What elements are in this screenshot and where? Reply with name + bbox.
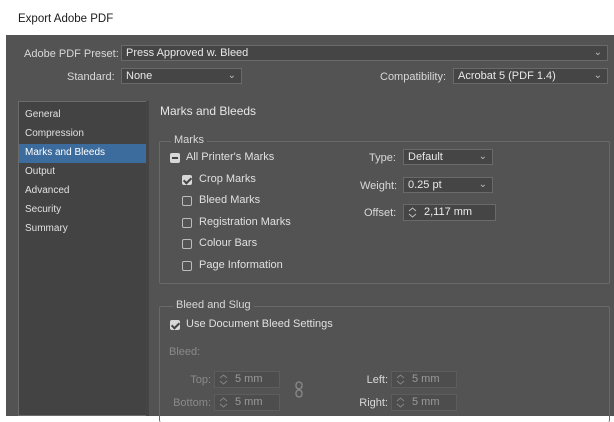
top-bleed-stepper[interactable]: 5 mm bbox=[214, 371, 280, 388]
right-bleed-stepper[interactable]: 5 mm bbox=[391, 394, 457, 411]
colour-bars-checkbox[interactable] bbox=[182, 239, 192, 249]
offset-label: Offset: bbox=[364, 207, 397, 219]
sidebar-item-summary[interactable]: Summary bbox=[19, 220, 147, 239]
page-information-label: Page Information bbox=[199, 259, 283, 271]
all-printers-marks-label: All Printer's Marks bbox=[186, 151, 275, 163]
type-label: Type: bbox=[369, 152, 396, 164]
weight-dropdown[interactable]: 0.25 pt ⌄ bbox=[403, 177, 493, 193]
chevron-down-icon: ⌄ bbox=[227, 70, 236, 81]
sidebar-item-advanced[interactable]: Advanced bbox=[19, 182, 147, 201]
weight-value: 0.25 pt bbox=[408, 179, 442, 191]
crop-marks-label: Crop Marks bbox=[199, 173, 256, 185]
crop-marks-checkbox[interactable] bbox=[182, 175, 192, 185]
compatibility-value: Acrobat 5 (PDF 1.4) bbox=[458, 70, 556, 82]
bleed-slug-group-label: Bleed and Slug bbox=[173, 299, 254, 311]
left-bleed-stepper[interactable]: 5 mm bbox=[391, 371, 457, 388]
spinner-arrows-icon[interactable] bbox=[396, 374, 405, 385]
category-sidebar: General Compression Marks and Bleeds Out… bbox=[18, 101, 147, 416]
preset-dropdown[interactable]: Press Approved w. Bleed ⌄ bbox=[121, 45, 608, 61]
bleed-marks-checkbox[interactable] bbox=[182, 196, 192, 206]
bottom-bleed-stepper[interactable]: 5 mm bbox=[214, 394, 280, 411]
chevron-down-icon: ⌄ bbox=[478, 151, 487, 162]
chevron-down-icon: ⌄ bbox=[593, 47, 602, 58]
left-bleed-value: 5 mm bbox=[412, 373, 440, 385]
type-dropdown[interactable]: Default ⌄ bbox=[403, 149, 493, 165]
chain-link-icon[interactable] bbox=[294, 381, 304, 398]
spinner-arrows-icon[interactable] bbox=[219, 374, 228, 385]
bleed-marks-label: Bleed Marks bbox=[199, 194, 261, 206]
type-value: Default bbox=[408, 151, 443, 163]
weight-label: Weight: bbox=[360, 180, 398, 192]
all-printers-marks-checkbox[interactable] bbox=[170, 153, 180, 163]
compatibility-label: Compatibility: bbox=[380, 71, 447, 83]
top-bleed-value: 5 mm bbox=[235, 373, 263, 385]
panel-heading: Marks and Bleeds bbox=[160, 104, 257, 118]
chevron-down-icon: ⌄ bbox=[478, 179, 487, 190]
right-label: Right: bbox=[359, 397, 388, 409]
preset-value: Press Approved w. Bleed bbox=[126, 47, 249, 59]
sidebar-item-general[interactable]: General bbox=[19, 106, 147, 125]
top-label: Top: bbox=[190, 374, 211, 386]
window-title: Export Adobe PDF bbox=[18, 13, 114, 25]
sidebar-item-security[interactable]: Security bbox=[19, 201, 147, 220]
sidebar-item-output[interactable]: Output bbox=[19, 163, 147, 182]
use-document-bleed-checkbox[interactable] bbox=[170, 320, 180, 330]
sidebar-item-compression[interactable]: Compression bbox=[19, 125, 147, 144]
sidebar-item-marks-and-bleeds[interactable]: Marks and Bleeds bbox=[19, 144, 147, 163]
bottom-bleed-value: 5 mm bbox=[235, 396, 263, 408]
standard-value: None bbox=[126, 70, 153, 82]
preset-label: Adobe PDF Preset: bbox=[24, 48, 119, 60]
left-label: Left: bbox=[366, 374, 388, 386]
registration-marks-label: Registration Marks bbox=[199, 216, 291, 228]
compatibility-dropdown[interactable]: Acrobat 5 (PDF 1.4) ⌄ bbox=[453, 68, 608, 84]
spinner-arrows-icon[interactable] bbox=[219, 397, 228, 408]
spinner-arrows-icon[interactable] bbox=[396, 397, 405, 408]
offset-stepper[interactable]: 2,117 mm bbox=[403, 204, 496, 221]
page-information-checkbox[interactable] bbox=[182, 261, 192, 271]
spinner-arrows-icon[interactable] bbox=[408, 207, 417, 218]
standard-label: Standard: bbox=[67, 71, 115, 83]
window-titlebar: Export Adobe PDF bbox=[0, 0, 614, 34]
right-bleed-value: 5 mm bbox=[412, 396, 440, 408]
sidebar-scrollbar[interactable] bbox=[146, 101, 149, 416]
bottom-label: Bottom: bbox=[173, 397, 211, 409]
use-document-bleed-label: Use Document Bleed Settings bbox=[186, 318, 333, 330]
chevron-down-icon: ⌄ bbox=[593, 70, 602, 81]
offset-value: 2,117 mm bbox=[424, 206, 473, 218]
marks-group-label: Marks bbox=[171, 134, 207, 146]
bleed-label: Bleed: bbox=[169, 346, 201, 358]
colour-bars-label: Colour Bars bbox=[199, 237, 258, 249]
standard-dropdown[interactable]: None ⌄ bbox=[121, 68, 242, 84]
registration-marks-checkbox[interactable] bbox=[182, 218, 192, 228]
